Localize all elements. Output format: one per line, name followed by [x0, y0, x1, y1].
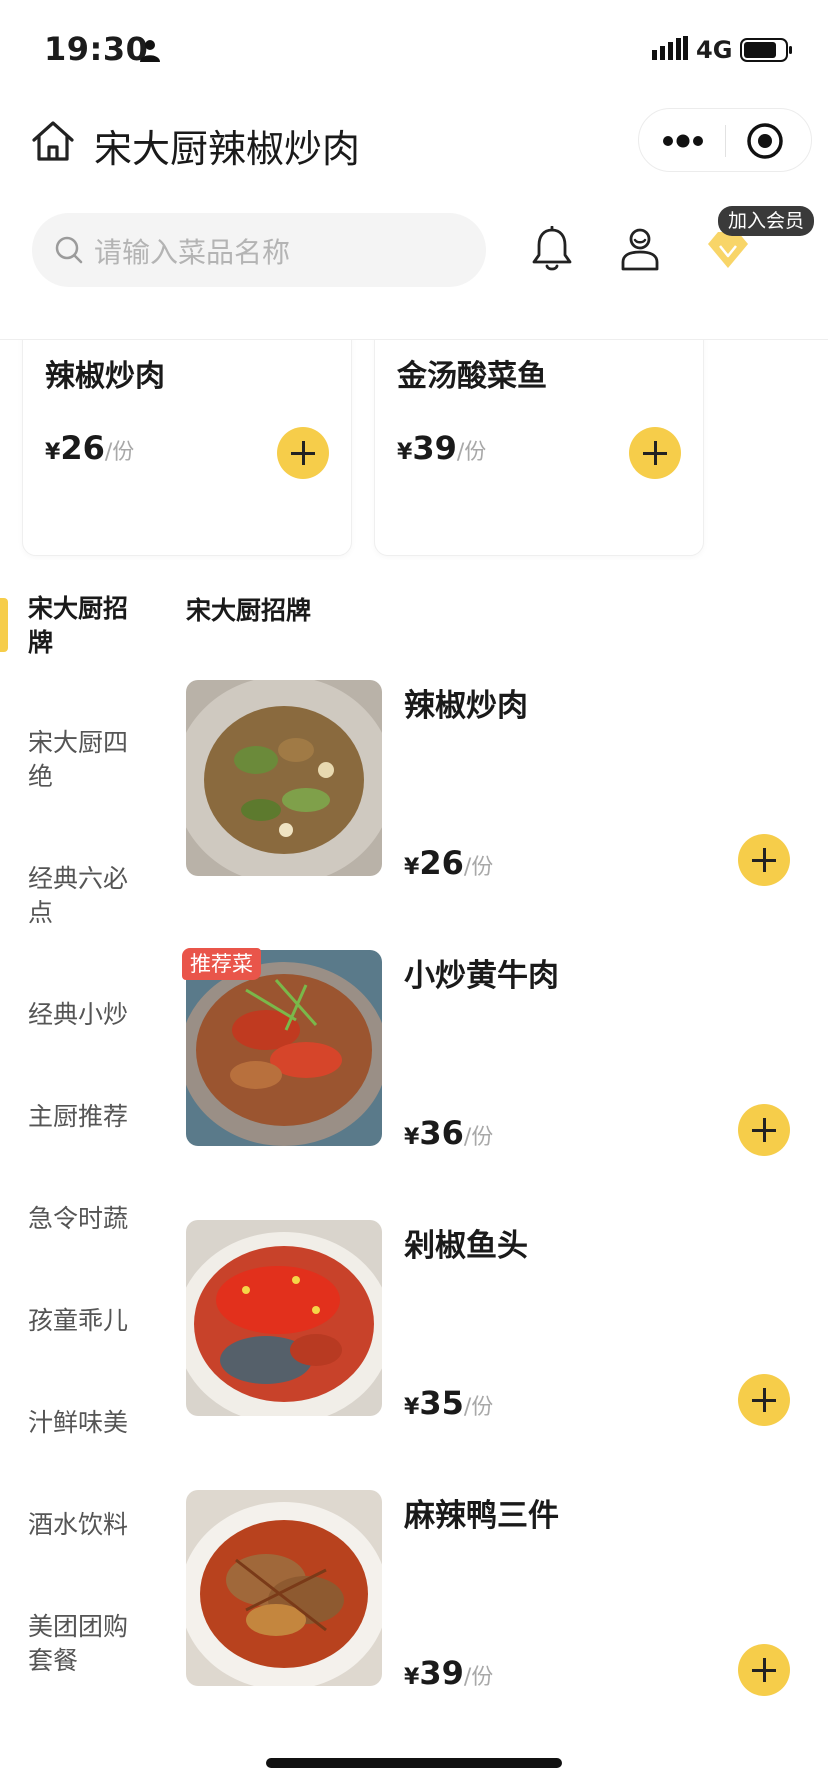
- dish-name: 辣椒炒肉: [404, 688, 528, 724]
- featured-carousel: 辣椒炒肉 ¥26/份 金汤酸菜鱼 ¥39/份: [0, 340, 828, 560]
- dish-name: 剁椒鱼头: [404, 1228, 528, 1264]
- home-icon[interactable]: [30, 118, 76, 164]
- price-unit: /份: [456, 440, 487, 465]
- category-item[interactable]: 宋大厨四绝: [28, 726, 148, 794]
- featured-card[interactable]: 辣椒炒肉 ¥26/份: [22, 340, 352, 556]
- currency-symbol: ¥: [45, 440, 61, 465]
- search-icon: [55, 236, 83, 264]
- dish-image: [186, 1220, 382, 1416]
- currency-symbol: ¥: [397, 440, 413, 465]
- dish-price: ¥26/份: [404, 844, 493, 882]
- currency-symbol: ¥: [404, 1125, 420, 1150]
- featured-dish-name: 辣椒炒肉: [45, 359, 165, 394]
- status-time: 19:30: [44, 30, 149, 68]
- dish-item[interactable]: 剁椒鱼头 ¥35/份: [186, 1220, 806, 1426]
- dish-price: ¥36/份: [404, 1114, 493, 1152]
- currency-symbol: ¥: [404, 1665, 420, 1690]
- price-value: 26: [419, 844, 464, 882]
- featured-dish-name: 金汤酸菜鱼: [397, 359, 547, 394]
- battery-icon: [740, 38, 792, 62]
- add-to-cart-button[interactable]: [629, 427, 681, 479]
- featured-price: ¥26/份: [45, 429, 134, 467]
- price-unit: /份: [463, 855, 494, 880]
- category-item[interactable]: 经典小炒: [28, 998, 148, 1032]
- dish-item[interactable]: 麻辣鸭三件 ¥39/份: [186, 1490, 806, 1696]
- bell-icon[interactable]: [530, 226, 574, 272]
- page-title: 宋大厨辣椒炒肉: [94, 127, 361, 171]
- currency-symbol: ¥: [404, 1395, 420, 1420]
- currency-symbol: ¥: [404, 855, 420, 880]
- person-icon: [140, 40, 160, 62]
- section-title: 宋大厨招牌: [186, 596, 312, 625]
- category-sidebar: 宋大厨招牌 宋大厨四绝 经典六必点 经典小炒 主厨推荐 急令时蔬 孩童乖儿 汁鲜…: [0, 580, 160, 1740]
- add-to-cart-button[interactable]: [738, 1644, 790, 1696]
- dish-price: ¥39/份: [404, 1654, 493, 1692]
- category-item[interactable]: 汁鲜味美: [28, 1406, 148, 1440]
- category-item[interactable]: 酒水饮料: [28, 1508, 148, 1542]
- search-input[interactable]: 请输入菜品名称: [32, 213, 486, 287]
- capsule-divider: [725, 125, 726, 157]
- price-value: 26: [60, 429, 105, 467]
- dish-item[interactable]: 辣椒炒肉 ¥26/份: [186, 680, 806, 886]
- search-placeholder: 请输入菜品名称: [94, 236, 291, 269]
- network-type: 4G: [696, 36, 733, 64]
- price-unit: /份: [463, 1665, 494, 1690]
- category-item[interactable]: 孩童乖儿: [28, 1304, 148, 1338]
- dish-price: ¥35/份: [404, 1384, 493, 1422]
- price-value: 35: [419, 1384, 464, 1422]
- close-target-icon[interactable]: [745, 121, 785, 161]
- featured-card[interactable]: 金汤酸菜鱼 ¥39/份: [374, 340, 704, 556]
- add-to-cart-button[interactable]: [738, 834, 790, 886]
- add-to-cart-button[interactable]: [277, 427, 329, 479]
- price-unit: /份: [104, 440, 135, 465]
- user-icon[interactable]: [618, 226, 662, 272]
- dish-item[interactable]: 推荐菜 小炒黄牛肉 ¥36/份: [182, 948, 806, 1156]
- dish-name: 小炒黄牛肉: [404, 958, 559, 994]
- price-unit: /份: [463, 1395, 494, 1420]
- dish-image: [186, 680, 382, 876]
- active-category-indicator: [0, 598, 8, 652]
- category-item[interactable]: 经典六必点: [28, 862, 148, 930]
- signal-icon: [652, 36, 688, 60]
- category-item[interactable]: 美团团购套餐: [28, 1610, 148, 1678]
- price-value: 39: [412, 429, 457, 467]
- search-row: 请输入菜品名称 加入会员: [0, 200, 828, 340]
- dish-name: 麻辣鸭三件: [404, 1498, 559, 1534]
- status-bar: 19:30 4G: [0, 0, 828, 100]
- category-item[interactable]: 主厨推荐: [28, 1100, 148, 1134]
- mini-program-capsule: [638, 108, 812, 172]
- price-value: 39: [419, 1654, 464, 1692]
- recommended-tag: 推荐菜: [182, 948, 261, 980]
- title-bar: 宋大厨辣椒炒肉: [0, 100, 828, 200]
- more-icon[interactable]: [661, 129, 705, 153]
- add-to-cart-button[interactable]: [738, 1104, 790, 1156]
- add-to-cart-button[interactable]: [738, 1374, 790, 1426]
- category-item-active[interactable]: 宋大厨招牌: [28, 592, 148, 660]
- home-indicator: [266, 1758, 562, 1768]
- price-value: 36: [419, 1114, 464, 1152]
- dish-image: [186, 1490, 382, 1686]
- join-member-badge[interactable]: 加入会员: [718, 206, 815, 236]
- featured-price: ¥39/份: [397, 429, 486, 467]
- category-item[interactable]: 急令时蔬: [28, 1202, 148, 1236]
- price-unit: /份: [463, 1125, 494, 1150]
